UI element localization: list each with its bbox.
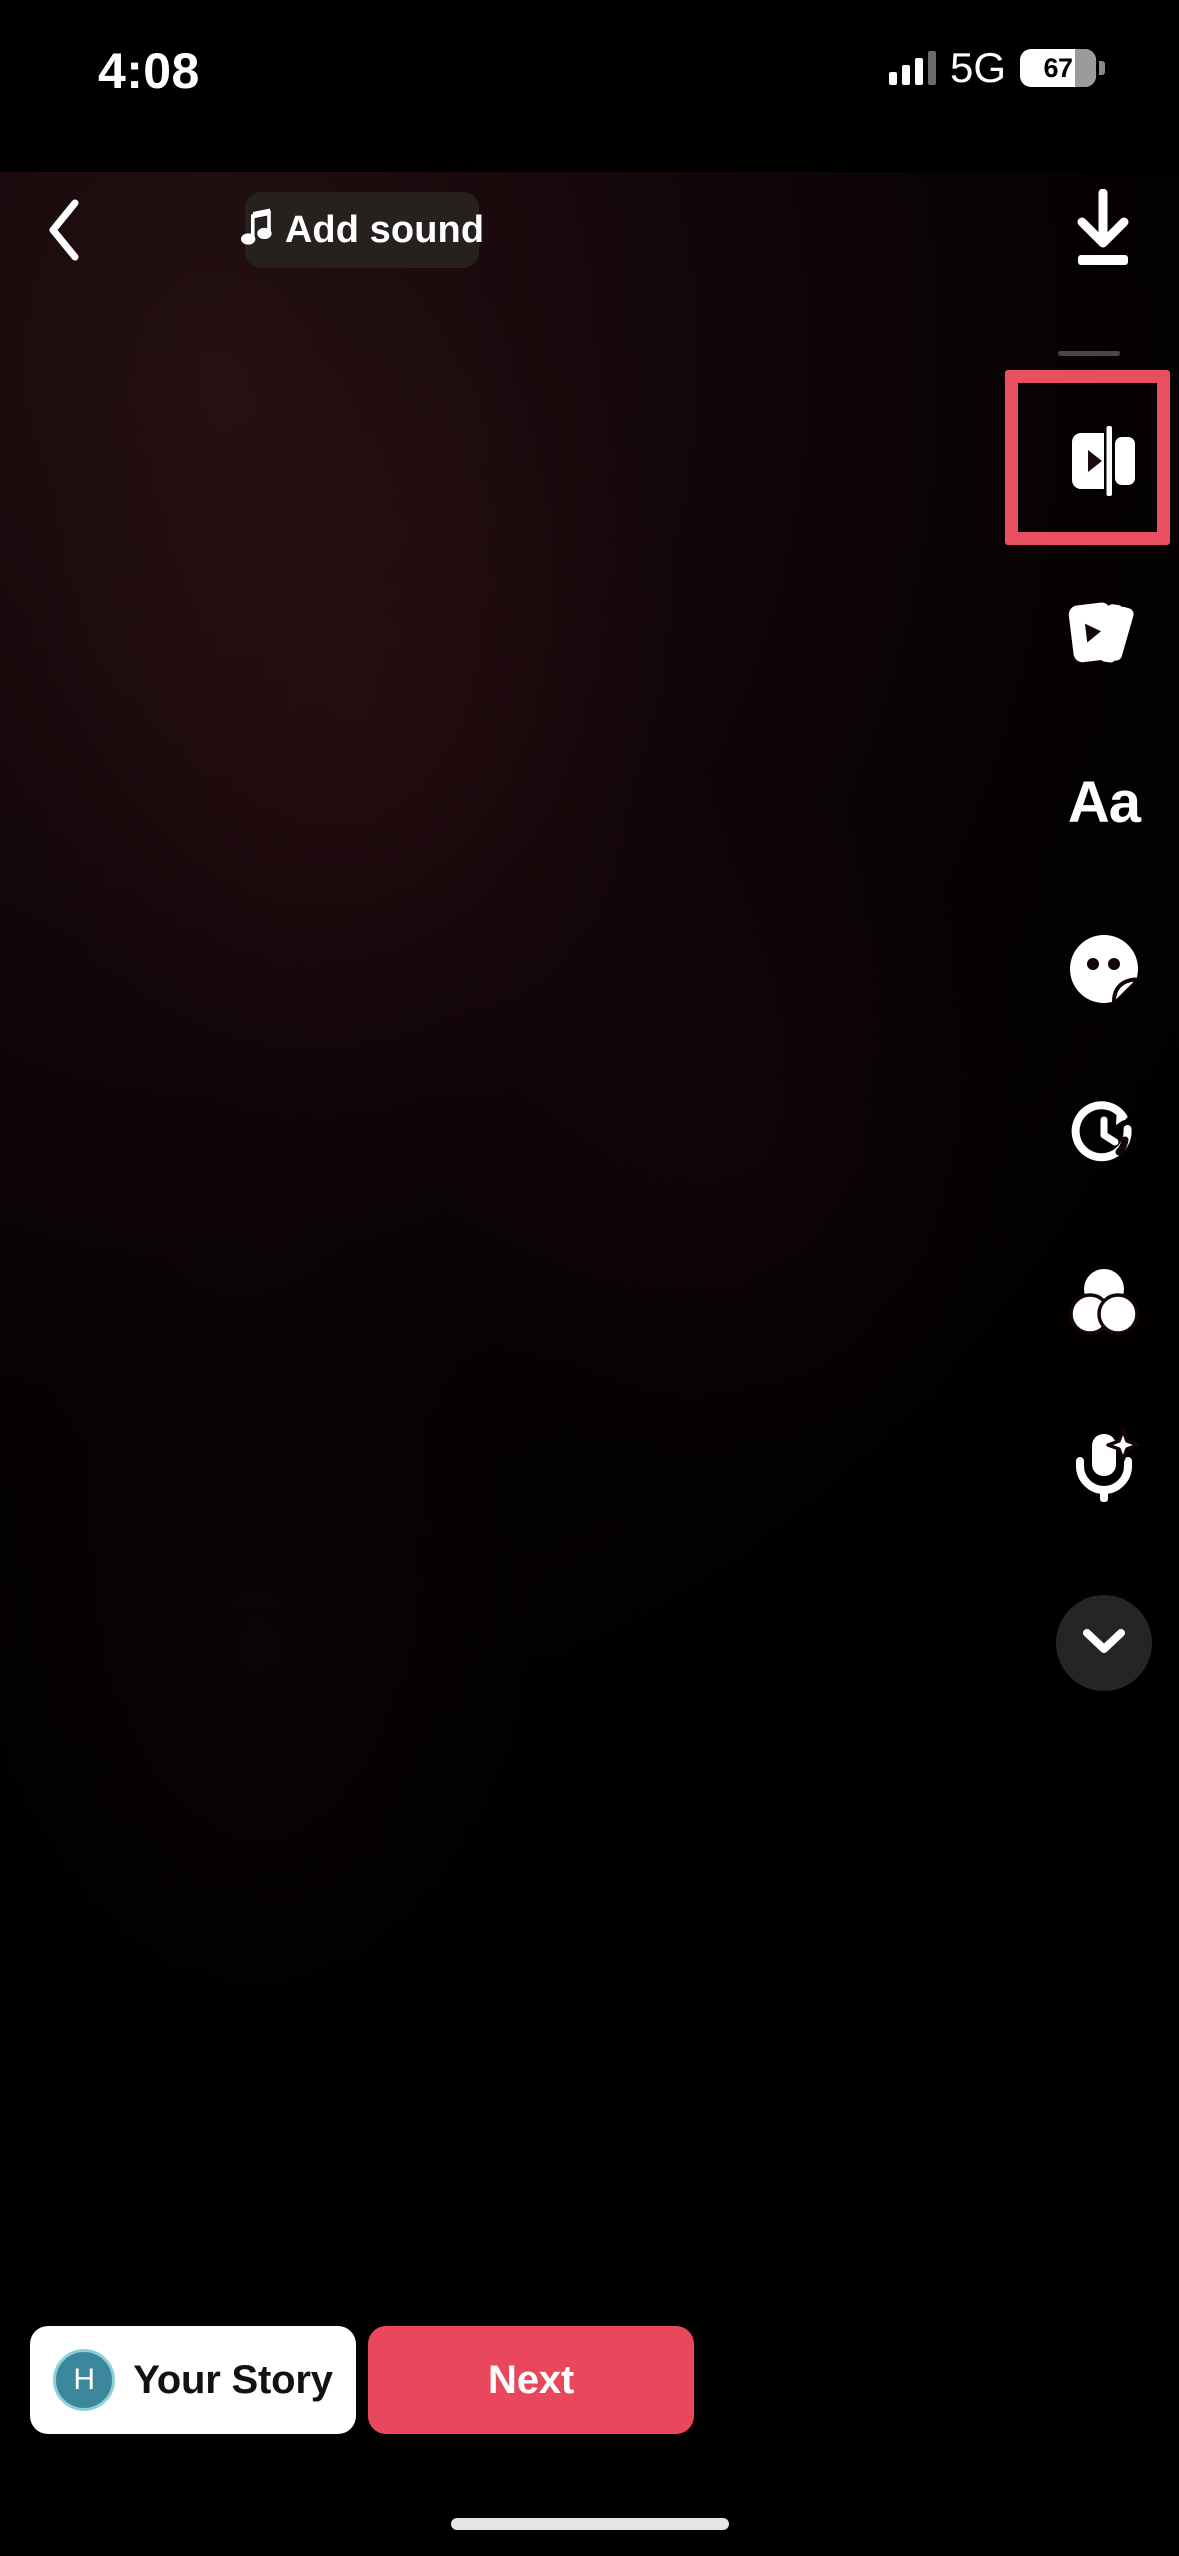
next-label: Next xyxy=(488,2360,574,2400)
tool-button-templates[interactable] xyxy=(1036,585,1172,681)
next-button[interactable]: Next xyxy=(368,2326,694,2434)
cellular-signal-icon xyxy=(889,51,936,85)
chevron-left-icon xyxy=(46,198,82,262)
status-bar-time: 4:08 xyxy=(98,36,318,106)
video-preview-texture xyxy=(0,172,1179,2556)
status-bar-network-label: 5G xyxy=(950,47,1006,89)
split-clip-icon xyxy=(1066,426,1142,496)
collapse-tools-button[interactable] xyxy=(1056,1595,1152,1691)
tool-button-timer[interactable] xyxy=(1036,1087,1172,1183)
story-editor-screen: 4:08 5G 67 xyxy=(0,0,1179,2556)
tool-button-voice-effects[interactable] xyxy=(1036,1419,1172,1515)
download-icon xyxy=(1072,189,1134,276)
text-aa-icon: Aa xyxy=(1068,774,1140,832)
video-preview-canvas[interactable] xyxy=(0,172,1179,2556)
status-bar-indicators: 5G 67 xyxy=(889,38,1105,98)
add-sound-button[interactable]: Add sound xyxy=(245,192,479,268)
download-button[interactable] xyxy=(1055,182,1151,282)
status-bar: 4:08 5G 67 xyxy=(0,0,1179,172)
back-button[interactable] xyxy=(18,184,110,276)
sticker-face-icon xyxy=(1067,932,1141,1006)
filters-circles-icon xyxy=(1066,1265,1142,1337)
battery-percent-label: 67 xyxy=(1043,53,1072,84)
tool-button-filters[interactable] xyxy=(1036,1253,1172,1349)
your-story-label: Your Story xyxy=(133,2360,333,2400)
avatar-initial: H xyxy=(73,2365,95,2395)
top-toolbar: Add sound xyxy=(0,172,1179,312)
stacked-cards-icon xyxy=(1065,596,1143,670)
tool-button-text[interactable]: Aa xyxy=(1036,755,1172,851)
home-indicator[interactable] xyxy=(451,2518,729,2530)
tool-button-split-clip[interactable] xyxy=(1036,413,1172,509)
rail-divider xyxy=(1058,351,1120,356)
chevron-down-icon xyxy=(1082,1627,1126,1660)
battery-icon: 67 xyxy=(1020,49,1105,87)
your-story-button[interactable]: H Your Story xyxy=(30,2326,356,2434)
bottom-action-bar: H Your Story Next xyxy=(0,2320,1179,2556)
music-note-icon xyxy=(240,208,274,253)
tool-button-sticker[interactable] xyxy=(1036,921,1172,1017)
add-sound-label: Add sound xyxy=(285,211,484,249)
timer-clock-icon xyxy=(1067,1098,1141,1172)
microphone-sparkle-icon xyxy=(1066,1428,1142,1506)
avatar: H xyxy=(53,2349,115,2411)
